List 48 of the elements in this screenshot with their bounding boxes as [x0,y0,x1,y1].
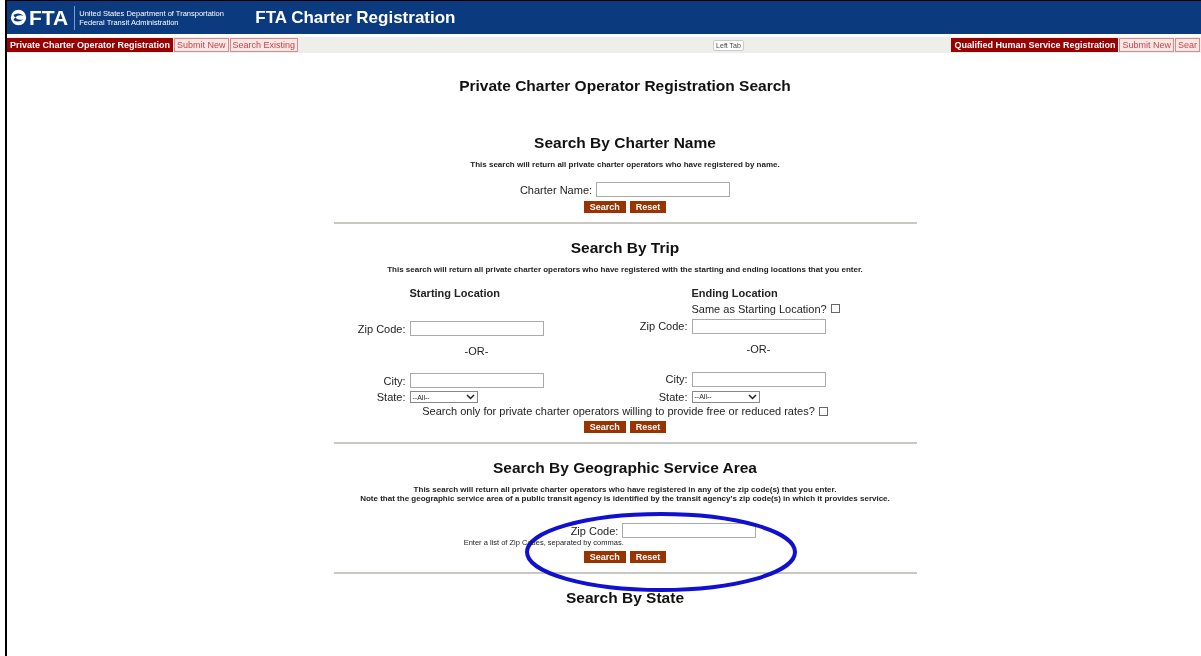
nav-tab[interactable]: Submit New [174,38,229,52]
checkbox[interactable] [830,304,840,314]
section-description: This search will return all private charter operators who have registered by name. [470,160,780,169]
city-field[interactable] [691,372,826,387]
field-label: City: [664,373,688,386]
section-description: Note that the geographic service area of a public transit agency is identified by the transit agency's zip code(s) in which it provides service. [360,494,890,503]
section-heading: Search By Geographic Service Area [493,459,757,477]
column-heading: Ending Location [691,287,779,300]
logo-icon [10,9,27,26]
column-heading: Starting Location [409,287,501,299]
field-label: City: [382,374,406,387]
checkbox-label: Search only for private charter operators willing to provide free or reduced rates? [422,405,815,417]
zip-code-field[interactable] [691,318,826,334]
section-description: This search will return all private charter operators who have registered in any of the zip code(s) that you enter. [413,485,837,494]
field-label: State: [657,390,688,403]
city-field[interactable] [409,373,544,388]
or-separator: -OR- [745,343,772,356]
chevron-down-icon [747,393,757,400]
checkbox[interactable] [818,406,828,416]
form-button[interactable]: Search [583,201,626,213]
app-title: FTA Charter Registration [255,7,456,28]
logo-text: FTA [29,5,69,30]
field-label: Charter Name: [519,183,593,196]
form-button[interactable]: Search [583,421,626,433]
chevron-down-icon [465,394,475,400]
charter-name-field[interactable] [596,182,731,197]
section-heading: Search By Trip [570,239,680,257]
field-label: Zip Code: [356,322,406,335]
nav-tab[interactable]: Qualified Human Service Registration [951,38,1119,52]
field-label: Zip Code: [570,524,619,537]
or-separator: -OR- [463,345,490,357]
nav-tab[interactable]: Submit New [1119,38,1174,52]
section-description: This search will return all private charter operators who have registered with the starting and ending locations that you enter. [387,265,863,274]
checkbox-label: Same as Starting Location? [691,303,827,315]
page-title: Private Charter Operator Registration Search [458,77,792,95]
form-button[interactable]: Reset [629,201,667,213]
nav-tab[interactable]: Sear [1175,38,1200,52]
nav-tab[interactable]: Private Charter Operator Registration [7,38,174,52]
field-label: State: [375,391,406,403]
nav-tab[interactable]: Search Existing [229,38,299,52]
form-button[interactable]: Reset [629,421,667,433]
zip-code-field[interactable] [622,523,757,538]
form-button[interactable]: Search [583,551,626,563]
form-button[interactable]: Reset [629,551,667,563]
field-label: Zip Code: [638,320,688,333]
section-heading: Search By State [566,589,684,607]
section-heading: Search By Charter Name [534,134,716,152]
zip-code-field[interactable] [409,321,544,336]
